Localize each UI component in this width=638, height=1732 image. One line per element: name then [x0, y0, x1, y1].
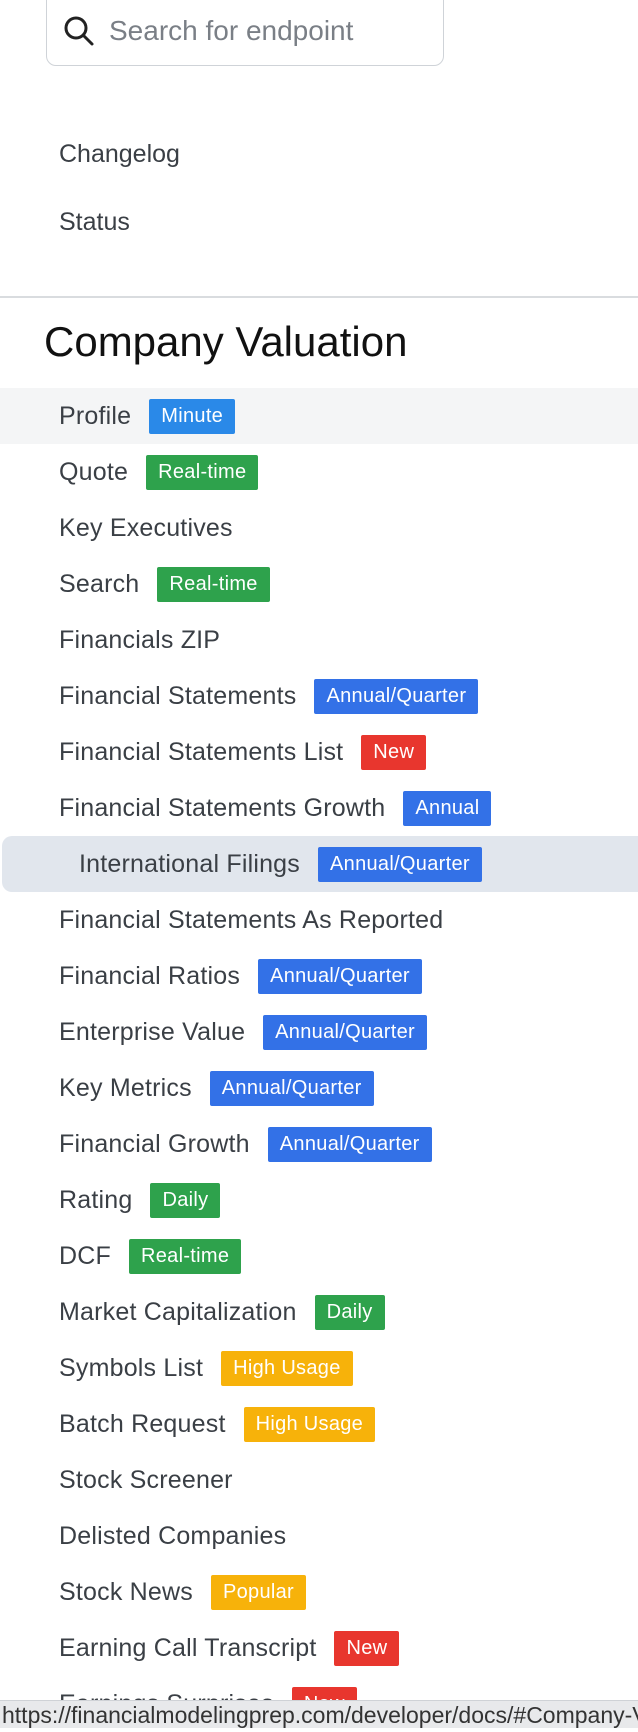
- changelog-link[interactable]: Changelog: [59, 140, 180, 169]
- nav-item-badge: Daily: [314, 1294, 385, 1330]
- nav-item-rating[interactable]: Rating Daily: [0, 1172, 638, 1228]
- nav-item-badge: Real-time: [146, 454, 259, 490]
- nav-item-badge: Minute: [149, 398, 236, 434]
- nav-item-badge: Annual/Quarter: [314, 678, 479, 714]
- nav-item-label: Financial Statements As Reported: [59, 905, 444, 934]
- nav-item-batch-request[interactable]: Batch Request High Usage: [0, 1396, 638, 1452]
- nav-item-label: International Filings: [79, 849, 300, 878]
- endpoint-nav-list: Profile Minute Quote Real-time Key Executive…: [0, 388, 638, 1732]
- nav-item-financial-statements-list[interactable]: Financial Statements List New: [0, 724, 638, 780]
- nav-item-badge: New: [334, 1630, 400, 1666]
- section-divider: [0, 296, 638, 298]
- nav-item-badge: Annual/Quarter: [258, 958, 422, 994]
- nav-item-stock-screener[interactable]: Stock Screener: [0, 1452, 638, 1508]
- nav-item-profile[interactable]: Profile Minute: [0, 388, 638, 444]
- nav-item-label: Financial Ratios: [59, 961, 241, 990]
- nav-item-delisted-companies[interactable]: Delisted Companies: [0, 1508, 638, 1564]
- nav-item-label: Batch Request: [59, 1409, 226, 1438]
- nav-item-international-filings[interactable]: International Filings Annual/Quarter: [2, 836, 638, 892]
- nav-item-badge: Annual/Quarter: [263, 1014, 428, 1050]
- nav-item-badge: High Usage: [243, 1406, 376, 1442]
- nav-item-label: Stock Screener: [59, 1465, 233, 1494]
- nav-item-badge: Annual/Quarter: [267, 1126, 432, 1162]
- nav-item-badge: Popular: [210, 1574, 307, 1610]
- nav-item-label: Key Metrics: [59, 1073, 192, 1102]
- search-icon: [64, 16, 94, 46]
- nav-item-financial-statements-growth[interactable]: Financial Statements Growth Annual: [0, 780, 638, 836]
- nav-item-search[interactable]: Search Real-time: [0, 556, 638, 612]
- nav-item-badge: High Usage: [221, 1350, 353, 1386]
- nav-item-label: Enterprise Value: [59, 1017, 246, 1046]
- nav-item-badge: Annual/Quarter: [318, 846, 482, 882]
- section-title: Company Valuation: [44, 318, 408, 365]
- nav-item-badge: Annual/Quarter: [209, 1070, 374, 1106]
- nav-item-financial-statements-as-reported[interactable]: Financial Statements As Reported: [0, 892, 638, 948]
- nav-item-financial-growth[interactable]: Financial Growth Annual/Quarter: [0, 1116, 638, 1172]
- nav-item-label: Financial Growth: [59, 1129, 250, 1158]
- nav-item-label: Market Capitalization: [59, 1297, 297, 1326]
- nav-item-label: Profile: [59, 401, 132, 430]
- nav-item-label: Rating: [59, 1185, 133, 1214]
- status-bar: https://financialmodelingprep.com/develo…: [0, 1700, 638, 1728]
- nav-item-enterprise-value[interactable]: Enterprise Value Annual/Quarter: [0, 1004, 638, 1060]
- nav-item-label: Earning Call Transcript: [59, 1633, 317, 1662]
- nav-item-label: Financial Statements: [59, 681, 297, 710]
- nav-item-label: Search: [59, 569, 140, 598]
- nav-item-financials-zip[interactable]: Financials ZIP: [0, 612, 638, 668]
- nav-item-label: Symbols List: [59, 1353, 204, 1382]
- nav-item-key-executives[interactable]: Key Executives: [0, 500, 638, 556]
- nav-item-label: Financial Statements Growth: [59, 793, 386, 822]
- nav-item-financial-statements[interactable]: Financial Statements Annual/Quarter: [0, 668, 638, 724]
- nav-item-label: DCF: [59, 1241, 111, 1270]
- nav-item-label: Quote: [59, 457, 129, 486]
- nav-item-label: Financial Statements List: [59, 737, 344, 766]
- nav-item-badge: Annual: [403, 790, 492, 826]
- search-box[interactable]: [46, 0, 444, 66]
- nav-item-dcf[interactable]: DCF Real-time: [0, 1228, 638, 1284]
- nav-item-stock-news[interactable]: Stock News Popular: [0, 1564, 638, 1620]
- nav-item-earning-call-transcript[interactable]: Earning Call Transcript New: [0, 1620, 638, 1676]
- nav-item-market-capitalization[interactable]: Market Capitalization Daily: [0, 1284, 638, 1340]
- status-bar-url: https://financialmodelingprep.com/develo…: [2, 1702, 638, 1728]
- nav-item-label: Stock News: [59, 1577, 193, 1606]
- nav-item-label: Key Executives: [59, 513, 233, 542]
- nav-item-badge: New: [361, 734, 427, 770]
- nav-item-key-metrics[interactable]: Key Metrics Annual/Quarter: [0, 1060, 638, 1116]
- search-input[interactable]: [109, 15, 409, 47]
- nav-item-quote[interactable]: Quote Real-time: [0, 444, 638, 500]
- nav-item-badge: Daily: [150, 1182, 221, 1218]
- nav-item-symbols-list[interactable]: Symbols List High Usage: [0, 1340, 638, 1396]
- nav-item-badge: Real-time: [128, 1238, 242, 1274]
- nav-item-label: Financials ZIP: [59, 625, 221, 654]
- nav-item-financial-ratios[interactable]: Financial Ratios Annual/Quarter: [0, 948, 638, 1004]
- nav-item-badge: Real-time: [157, 566, 270, 602]
- nav-item-label: Delisted Companies: [59, 1521, 287, 1550]
- status-link[interactable]: Status: [59, 208, 130, 237]
